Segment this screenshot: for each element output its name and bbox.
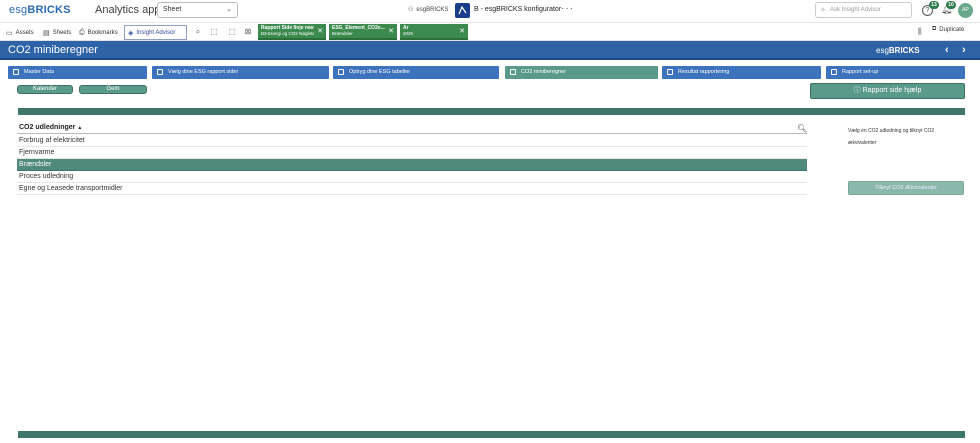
search-icon[interactable]: 🔍︎ <box>797 124 807 133</box>
selection-value: B3-Energi og CO2 Nøgletal <box>261 31 314 36</box>
tab-label: Optryg dine ESG tabeller <box>349 69 411 75</box>
list-item[interactable]: Proces udledning <box>17 171 807 183</box>
clear-selections-icon[interactable]: ⊠ <box>242 26 254 38</box>
people-icon: ⚇ <box>408 7 414 13</box>
tab-master-data[interactable]: Master Data <box>8 66 147 79</box>
insight-label: Insight Advisor <box>136 29 176 36</box>
chevron-down-icon: ⌄ <box>226 6 232 13</box>
close-icon[interactable]: ✕ <box>317 27 323 35</box>
selection-chip-rapport[interactable]: Rapport Side linje navn B3-Energi og CO2… <box>258 24 326 40</box>
sheets-label: Sheets <box>52 29 72 36</box>
next-sheet-icon[interactable]: › <box>962 44 966 56</box>
sheet-icon <box>338 69 344 75</box>
assets-button[interactable]: ▭ Assets <box>3 25 37 40</box>
section-divider <box>18 108 965 115</box>
app-name[interactable]: B - esgBRICKS konfigurator <box>474 6 561 13</box>
list-item[interactable]: Egne og Leasede transportmidler <box>17 183 807 195</box>
step-back-icon[interactable]: ⬚ <box>226 26 238 38</box>
selection-value: 2025 <box>403 31 414 36</box>
help-count-badge: 13 <box>929 1 939 9</box>
bookmarks-label: Bookmarks <box>87 29 118 36</box>
notification-count-badge: 10 <box>946 1 956 9</box>
assets-label: Assets <box>15 29 34 36</box>
more-options-icon[interactable]: ··· <box>561 3 574 14</box>
duplicate-icon: ⧉ <box>932 26 937 32</box>
kalender-button[interactable]: Kalender <box>17 85 73 94</box>
tab-label: Rapport set-up <box>842 69 879 75</box>
tab-label: CO2 miniberegner <box>521 69 566 75</box>
esgbricks-logo[interactable]: esgBRICKS <box>9 4 71 16</box>
app-title: Analytics app <box>95 4 161 16</box>
toolbar: ▭ Assets ▤ Sheets ⎙ Bookmarks ◈ Insight … <box>0 22 980 41</box>
duplicate-button[interactable]: ⧉ Duplicate <box>932 26 964 33</box>
tab-vaelg-rapport-sider[interactable]: Vælg dine ESG rapport sider <box>152 66 329 79</box>
selection-value: Brændsler <box>332 31 353 36</box>
ask-insight-advisor-input[interactable]: ✧ Ask Insight Advisor <box>815 2 912 18</box>
space-link[interactable]: ⚇ esgBRICKS <box>408 6 449 14</box>
sheet-icon <box>510 69 516 75</box>
sparkle-icon: ✧ <box>820 7 826 14</box>
sheet-dropdown-label: Sheet <box>163 6 182 13</box>
previous-sheet-icon[interactable]: ‹ <box>945 44 949 56</box>
avatar[interactable]: AP <box>958 3 973 18</box>
smart-search-icon[interactable]: ⌕ <box>192 26 204 38</box>
tab-optryg-esg-tabeller[interactable]: Optryg dine ESG tabeller <box>333 66 499 79</box>
grid-view-icon[interactable]: ⫼ <box>918 27 922 37</box>
selection-chip-aar[interactable]: År 2025 ✕ <box>400 24 468 40</box>
page-title: CO2 miniberegner <box>8 44 98 56</box>
tilknyt-co2-button[interactable]: Tilknyt CO2 Ækvivalenter <box>848 181 964 195</box>
sheet-icon <box>13 69 19 75</box>
close-icon[interactable]: ✕ <box>459 27 465 35</box>
tab-co2-miniberegner[interactable]: CO2 miniberegner <box>505 66 658 79</box>
select-region-icon[interactable]: ⬚ <box>208 26 220 38</box>
sheet-dropdown[interactable]: Sheet ⌄ <box>157 2 238 18</box>
list-item[interactable]: Fjernvarme <box>17 147 807 159</box>
app-thumbnail-icon <box>455 3 470 18</box>
close-icon[interactable]: ✕ <box>388 27 394 35</box>
instruction-text: Vælg én CO2 udledning og tilknyt CO2 ækv… <box>848 128 935 146</box>
tab-label: Vælg dine ESG rapport sider <box>168 69 239 75</box>
sheet-icon <box>157 69 163 75</box>
tab-label: Resultat rapportering <box>678 69 730 75</box>
tab-rapport-setup[interactable]: Rapport set-up <box>826 66 965 79</box>
insight-advisor-button[interactable]: ◈ Insight Advisor <box>124 25 187 40</box>
banner-logo: esgBRICKS <box>876 46 920 55</box>
sheet-icon <box>831 69 837 75</box>
sort-ascending-icon[interactable]: ▲ <box>77 125 82 131</box>
list-item[interactable]: Forbrug af elektricitet <box>17 135 807 147</box>
listbox-header[interactable]: CO2 udledninger ▲ <box>17 122 807 134</box>
duplicate-label: Duplicate <box>939 26 965 33</box>
assets-icon: ▭ <box>6 29 13 37</box>
sheet-title-banner: CO2 miniberegner esgBRICKS ‹ › <box>0 41 980 60</box>
footer-divider <box>18 431 965 438</box>
list-item-selected[interactable]: Brændsler <box>17 159 807 171</box>
sheets-button[interactable]: ▤ Sheets <box>40 25 74 40</box>
bookmarks-button[interactable]: ⎙ Bookmarks <box>76 25 121 40</box>
sheet-icon <box>667 69 673 75</box>
tab-resultat-rapportering[interactable]: Resultat rapportering <box>662 66 821 79</box>
top-app-bar: esgBRICKS Analytics app Sheet ⌄ ⚇ esgBRI… <box>0 0 980 22</box>
sheets-icon: ▤ <box>43 29 50 37</box>
listbox-title: CO2 udledninger <box>19 124 76 131</box>
space-name: esgBRICKS <box>416 6 449 13</box>
gem-button[interactable]: Gem <box>79 85 147 94</box>
ask-placeholder: Ask Insight Advisor <box>830 7 881 13</box>
tab-label: Master Data <box>24 69 54 75</box>
rapport-side-hjaelp-button[interactable]: ⓘ Rapport side hjælp <box>810 83 965 99</box>
insight-icon: ◈ <box>128 29 134 37</box>
bookmark-icon: ⎙ <box>79 28 85 36</box>
selection-chip-esg-element[interactable]: ESG_Element_CO2e.... Brændsler ✕ <box>329 24 397 40</box>
